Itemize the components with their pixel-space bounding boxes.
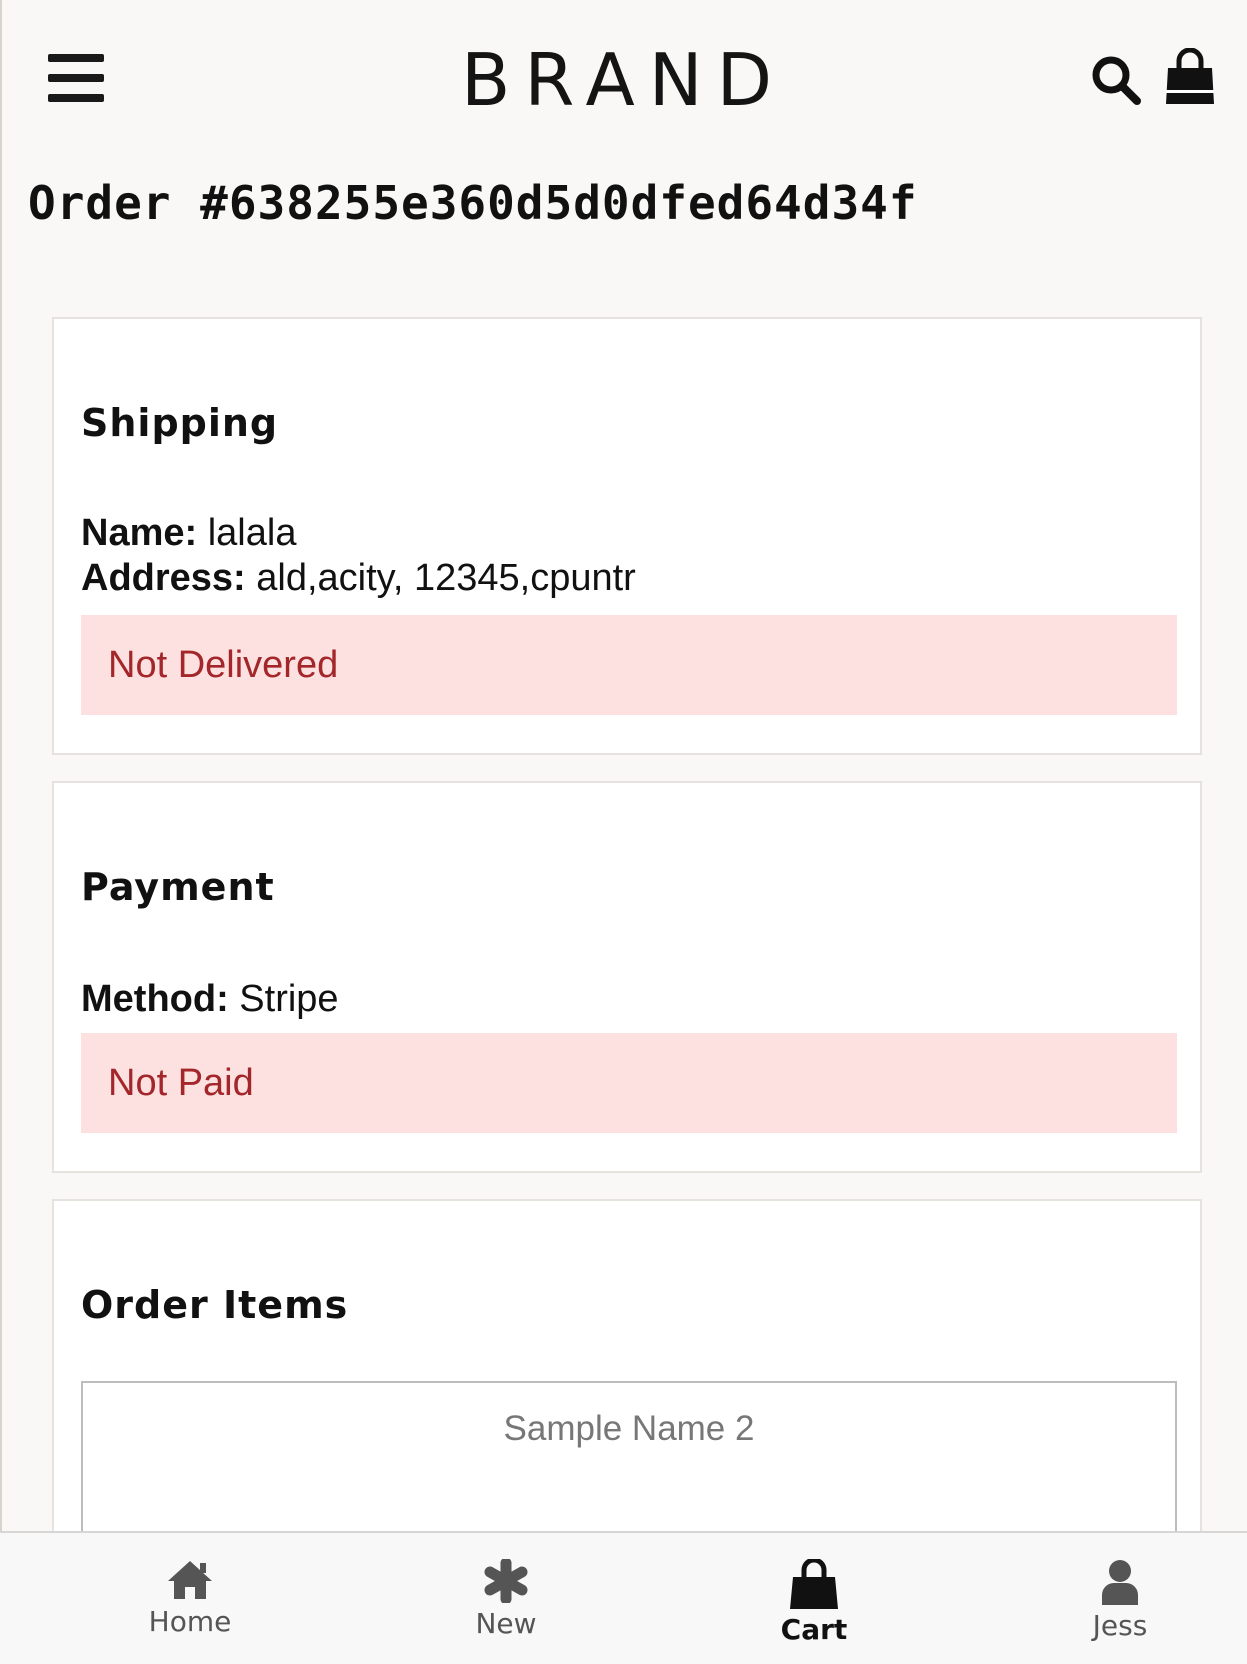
item-name[interactable]: Sample Name 2 xyxy=(83,1409,1175,1449)
home-icon xyxy=(168,1561,212,1599)
nav-cart-label: Cart xyxy=(780,1613,848,1646)
nav-new-label: New xyxy=(475,1607,537,1640)
brand-logo[interactable]: BRAND xyxy=(0,38,1247,122)
name-value: lalala xyxy=(207,512,297,554)
order-items-heading: Order Items xyxy=(81,1283,349,1327)
page-title: Order #638255e360d5d0dfed64d34f xyxy=(28,176,918,230)
shopping-bag-icon[interactable] xyxy=(1162,47,1218,106)
top-header: BRAND xyxy=(0,0,1247,160)
shipping-name: Name: lalala xyxy=(81,511,296,555)
nav-new[interactable]: New xyxy=(416,1559,596,1659)
left-edge-border xyxy=(0,0,2,1664)
nav-profile-label: Jess xyxy=(1092,1609,1148,1642)
address-label: Address: xyxy=(81,557,246,599)
nav-profile[interactable]: Jess xyxy=(1030,1559,1210,1659)
nav-home[interactable]: Home xyxy=(100,1559,280,1659)
payment-status-alert: Not Paid xyxy=(81,1033,1177,1133)
payment-heading: Payment xyxy=(81,865,275,909)
shipping-card: Shipping Name: lalala Address: ald,acity… xyxy=(52,317,1202,755)
user-icon xyxy=(1102,1560,1138,1605)
bottom-nav: Home New Cart Jess xyxy=(0,1531,1247,1664)
order-items-card: Order Items Sample Name 2 xyxy=(52,1199,1202,1581)
name-label: Name: xyxy=(81,512,198,554)
shipping-heading: Shipping xyxy=(81,401,279,445)
asterisk-icon xyxy=(484,1559,528,1603)
search-icon[interactable] xyxy=(1090,54,1142,106)
nav-cart[interactable]: Cart xyxy=(724,1559,904,1659)
method-label: Method: xyxy=(81,978,229,1020)
delivery-status-alert: Not Delivered xyxy=(81,615,1177,715)
payment-card: Payment Method: Stripe Not Paid xyxy=(52,781,1202,1173)
shipping-address: Address: ald,acity, 12345,cpuntr xyxy=(81,556,636,600)
payment-method: Method: Stripe xyxy=(81,977,339,1021)
method-value: Stripe xyxy=(239,978,339,1020)
address-value: ald,acity, 12345,cpuntr xyxy=(256,557,636,599)
shopping-bag-icon xyxy=(790,1559,838,1609)
nav-home-label: Home xyxy=(148,1605,232,1638)
